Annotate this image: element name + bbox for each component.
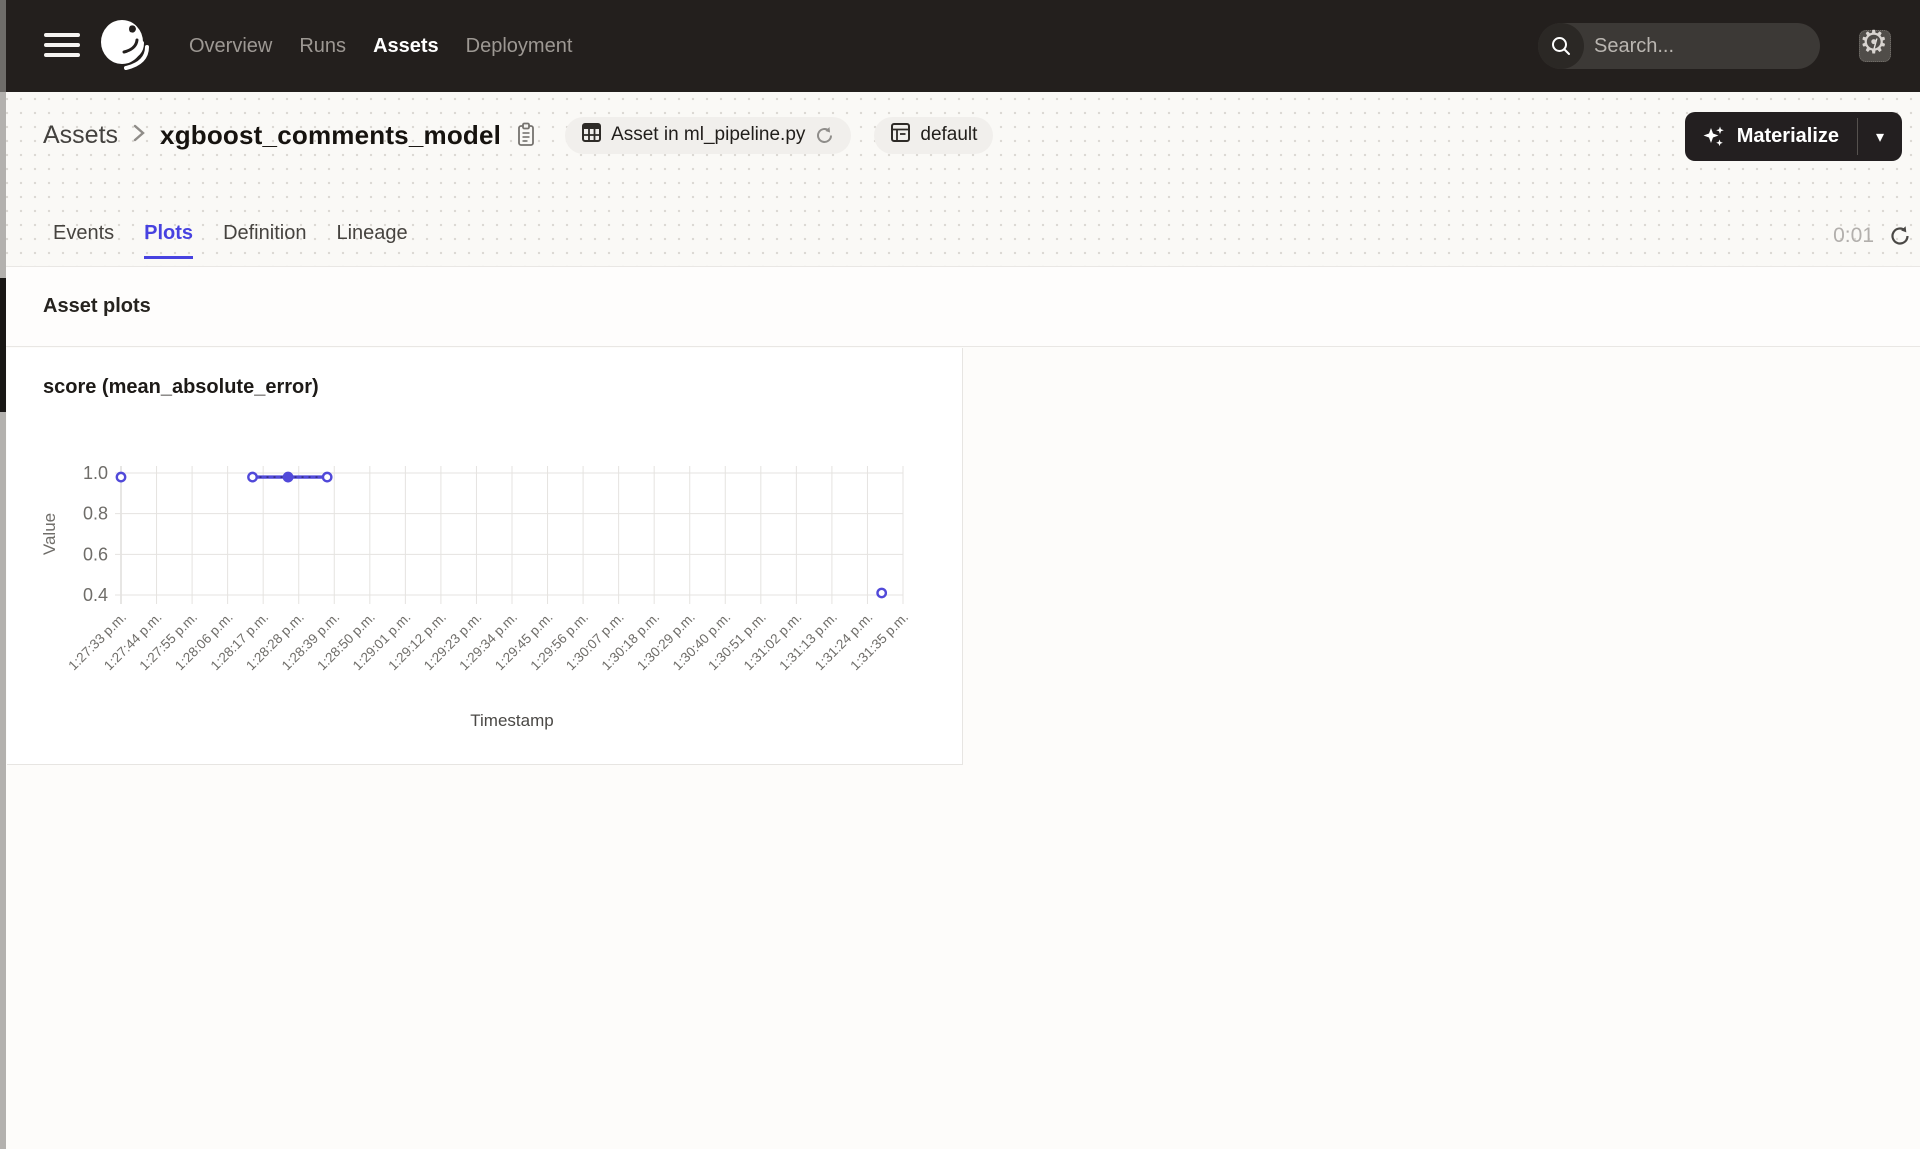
search-icon [1538, 23, 1584, 69]
dagster-logo[interactable] [96, 16, 156, 76]
refresh-timer: 0:01 [1833, 224, 1874, 247]
asset-definition-label: Asset in ml_pipeline.py [611, 124, 806, 145]
sparkle-icon [1701, 124, 1727, 150]
nav-item-overview[interactable]: Overview [189, 35, 272, 58]
tabs-bar: Events Plots Definition Lineage 0:01 [0, 222, 1920, 267]
tab-lineage[interactable]: Lineage [336, 222, 407, 259]
section-title: Asset plots [43, 295, 151, 317]
window-edge-dark-blob [0, 278, 6, 412]
code-location-chip[interactable]: default [874, 116, 994, 154]
gear-icon[interactable]: ⚙ [1859, 26, 1888, 58]
top-navbar: Overview Runs Assets Deployment / ⚙ [0, 0, 1920, 92]
breadcrumb-assets-link[interactable]: Assets [43, 121, 118, 150]
search-input[interactable] [1584, 34, 1859, 58]
svg-text:1.0: 1.0 [83, 463, 108, 483]
svg-text:Timestamp: Timestamp [470, 711, 553, 730]
window-edge-artifact [0, 0, 6, 1149]
asset-definition-chip[interactable]: Asset in ml_pipeline.py [565, 116, 852, 154]
tab-events[interactable]: Events [53, 222, 114, 259]
refresh-icon[interactable] [1888, 224, 1912, 248]
copy-asset-name-button[interactable] [515, 122, 537, 148]
chevron-right-icon [132, 122, 146, 149]
svg-text:0.6: 0.6 [83, 544, 108, 564]
tab-plots[interactable]: Plots [144, 222, 193, 259]
materialize-dropdown-button[interactable]: ▾ [1858, 112, 1902, 161]
tab-definition[interactable]: Definition [223, 222, 306, 259]
breadcrumb: Assets xgboost_comments_model Asset in m… [43, 110, 994, 160]
code-location-label: default [920, 124, 978, 145]
svg-text:0.8: 0.8 [83, 504, 108, 524]
svg-text:Value: Value [40, 513, 59, 555]
table-icon [581, 122, 602, 149]
menu-icon[interactable] [44, 33, 80, 59]
materialize-label: Materialize [1736, 125, 1839, 147]
asset-header: Assets xgboost_comments_model Asset in m… [0, 92, 1920, 267]
nav-item-deployment[interactable]: Deployment [466, 35, 573, 58]
nav-item-runs[interactable]: Runs [299, 35, 346, 58]
asset-plots-section-header: Asset plots [0, 267, 1920, 347]
svg-text:0.4: 0.4 [83, 585, 108, 605]
plot-svg: 1.00.80.60.41:27:33 p.m.1:27:44 p.m.1:27… [40, 463, 911, 730]
nav-items: Overview Runs Assets Deployment [189, 0, 572, 92]
reload-definition-icon[interactable] [814, 125, 835, 146]
nav-item-assets[interactable]: Assets [373, 35, 439, 58]
materialize-split-button: Materialize ▾ [1684, 112, 1902, 161]
plot-card: score (mean_absolute_error) 1.0 0.8 0.6 0.4… [7, 348, 963, 765]
materialize-button[interactable]: Materialize [1685, 112, 1857, 161]
search-box[interactable]: / [1538, 23, 1891, 69]
repo-icon [890, 122, 911, 149]
window-edge-shade [0, 0, 6, 92]
page-title: xgboost_comments_model [160, 119, 502, 150]
